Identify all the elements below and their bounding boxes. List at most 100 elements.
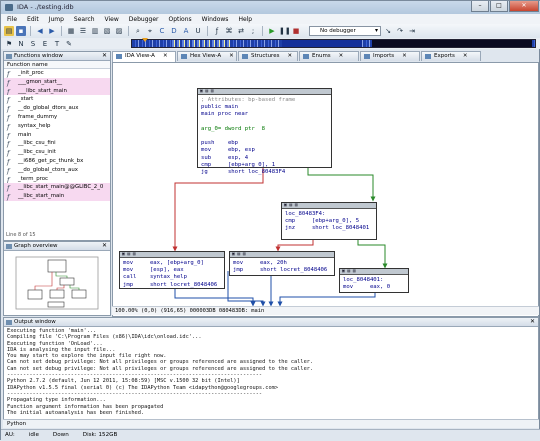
function-list-item[interactable]: f _term_proc xyxy=(4,175,110,184)
navigation-segment xyxy=(372,40,532,47)
list-view-icon[interactable]: ☰ xyxy=(78,26,88,36)
debugger-select[interactable]: No debugger xyxy=(309,26,381,36)
function-list-item[interactable]: f ___gmon_start__ xyxy=(4,77,110,87)
function-list-item[interactable]: f syntax_help xyxy=(4,122,110,131)
play-icon[interactable]: ▶ xyxy=(267,26,277,36)
function-name-column-header[interactable]: Function name xyxy=(4,61,110,69)
bookmark-icon[interactable]: ⚑ xyxy=(4,39,14,49)
graph-node-syntax-help[interactable]: ▣ ▤ ▥ mov eax, [ebp+arg_0] mov [esp], ea… xyxy=(119,251,225,289)
name-icon[interactable]: N xyxy=(16,39,26,49)
data-icon[interactable]: D xyxy=(169,26,179,36)
enum-icon[interactable]: E xyxy=(40,39,50,49)
run-to-cursor-icon[interactable]: ⇥ xyxy=(407,26,417,36)
type-icon[interactable]: T xyxy=(52,39,62,49)
python-command-bar[interactable]: Python xyxy=(3,419,539,428)
pause-icon[interactable]: ❚❚ xyxy=(279,26,291,36)
menu-windows[interactable]: Windows xyxy=(202,16,229,23)
close-icon[interactable]: ✕ xyxy=(102,52,107,60)
function-list-item[interactable]: f _init_proc xyxy=(4,69,110,78)
tab-exports[interactable]: Exports ✕ xyxy=(421,51,481,61)
close-icon[interactable]: ✕ xyxy=(463,53,468,59)
save-icon[interactable]: ▪ xyxy=(16,26,26,36)
function-name: __do_global_ctors_aux xyxy=(18,166,78,173)
code-line: mov eax, 0 xyxy=(343,284,391,291)
text-view-icon[interactable]: ▥ xyxy=(90,26,100,36)
node-code: loc_80483F4: cmp [ebp+arg_0], 5 jnz shor… xyxy=(282,209,376,235)
function-name: __libc_start_main xyxy=(18,193,65,200)
graph-node-loc-80483f4[interactable]: ▣ ▤ ▥ loc_80483F4: cmp [ebp+arg_0], 5 jn… xyxy=(281,202,377,240)
function-list-item[interactable]: f __libc_csu_fini xyxy=(4,139,110,148)
hex-view-icon xyxy=(181,54,187,59)
minimize-button[interactable]: – xyxy=(471,1,489,12)
menu-view[interactable]: View xyxy=(105,16,119,23)
tab-imports[interactable]: Imports ✕ xyxy=(360,51,420,61)
code-icon[interactable]: C xyxy=(157,26,167,36)
comment-icon[interactable]: ; xyxy=(248,26,258,36)
node-header: ▣ ▤ ▥ xyxy=(230,252,334,258)
tab-structures[interactable]: Structures ✕ xyxy=(238,51,298,61)
function-list-item[interactable]: f _start xyxy=(4,95,110,104)
graph-view-status: 100.00% (0,0) (916,65) 000003DB 080483DB… xyxy=(112,306,539,315)
close-icon[interactable]: ✕ xyxy=(229,53,234,59)
tab-ida-view-a[interactable]: IDA View-A ✕ xyxy=(112,51,176,62)
function-name: ___gmon_start__ xyxy=(18,78,63,85)
forward-arrow-icon[interactable]: ▶ xyxy=(47,26,57,36)
close-icon[interactable]: ✕ xyxy=(163,53,168,59)
menu-edit[interactable]: Edit xyxy=(27,16,39,23)
graph-view-icon[interactable]: ▦ xyxy=(66,26,76,36)
menu-jump[interactable]: Jump xyxy=(49,16,64,23)
search-icon[interactable]: ⌕ xyxy=(133,26,143,36)
tab-hex-view-a[interactable]: Hex View-A ✕ xyxy=(177,51,237,61)
toolbar-separator xyxy=(61,26,62,36)
function-list-item[interactable]: f __libc_start_main xyxy=(4,192,110,201)
script-icon[interactable]: ✎ xyxy=(64,39,74,49)
undefine-icon[interactable]: U xyxy=(193,26,203,36)
menu-options[interactable]: Options xyxy=(168,16,191,23)
menu-help[interactable]: Help xyxy=(238,16,252,23)
close-icon[interactable]: ✕ xyxy=(530,318,535,326)
output-log[interactable]: Executing function 'main'... Compiling fi… xyxy=(4,327,538,417)
menu-file[interactable]: File xyxy=(7,16,17,23)
maximize-button[interactable]: □ xyxy=(490,1,508,12)
step-over-icon[interactable]: ↷ xyxy=(395,26,405,36)
xref-icon[interactable]: ⇄ xyxy=(236,26,246,36)
back-arrow-icon[interactable]: ◀ xyxy=(35,26,45,36)
stop-icon[interactable]: ■ xyxy=(291,26,301,36)
tab-enums[interactable]: Enums ✕ xyxy=(299,51,359,61)
navigation-position-marker[interactable] xyxy=(142,38,148,42)
close-icon[interactable]: ✕ xyxy=(287,53,292,59)
navigation-band[interactable] xyxy=(131,38,536,48)
search-binary-icon[interactable]: ⌖ xyxy=(145,26,155,36)
function-list-item[interactable]: f __i686_get_pc_thunk_bx xyxy=(4,157,110,166)
function-list-item[interactable]: f frame_dummy xyxy=(4,113,110,122)
function-icon: f xyxy=(7,122,10,131)
step-into-icon[interactable]: ↘ xyxy=(383,26,393,36)
menu-search[interactable]: Search xyxy=(74,16,95,23)
function-list-item[interactable]: f __libc_start_main@@GLIBC_2_0 xyxy=(4,183,110,193)
graph-node-mov-20h[interactable]: ▣ ▤ ▥ mov eax, 20h jmp short locret_8048… xyxy=(229,251,335,276)
menu-debugger[interactable]: Debugger xyxy=(129,16,159,23)
struct-icon[interactable]: ▨ xyxy=(114,26,124,36)
function-list-item[interactable]: f __libc_csu_init xyxy=(4,148,110,157)
function-list-item[interactable]: f __do_global_ctors_aux xyxy=(4,166,110,175)
function-list-item[interactable]: f ___libc_start_main xyxy=(4,86,110,96)
graph-overview-minimap[interactable] xyxy=(4,252,110,316)
segment-icon[interactable]: S xyxy=(28,39,38,49)
string-icon[interactable]: A xyxy=(181,26,191,36)
graph-icon[interactable]: ⌘ xyxy=(224,26,234,36)
function-list-item[interactable]: f __do_global_dtors_aux xyxy=(4,104,110,113)
ida-view-graph[interactable]: ▣ ▤ ▥ ; Attributes: bp-based frame publi… xyxy=(112,62,539,317)
code-line: ; Attributes: bp-based frame xyxy=(201,97,296,103)
window-title: IDA - ./testing.idb xyxy=(17,3,74,11)
open-file-icon[interactable]: ▤ xyxy=(4,26,14,36)
graph-node-main[interactable]: ▣ ▤ ▥ ; Attributes: bp-based frame publi… xyxy=(197,88,332,175)
hex-view-icon[interactable]: ▧ xyxy=(102,26,112,36)
code-line: loc_80483F4: xyxy=(285,211,326,217)
close-icon[interactable]: ✕ xyxy=(339,53,344,59)
close-button[interactable]: ✕ xyxy=(509,1,539,12)
function-icon[interactable]: ƒ xyxy=(212,26,222,36)
graph-node-loc-8048401[interactable]: ▣ ▤ ▥ loc_8048401: mov eax, 0 xyxy=(339,268,409,293)
close-icon[interactable]: ✕ xyxy=(102,242,107,250)
close-icon[interactable]: ✕ xyxy=(402,53,407,59)
function-list-item[interactable]: f main xyxy=(4,131,110,140)
